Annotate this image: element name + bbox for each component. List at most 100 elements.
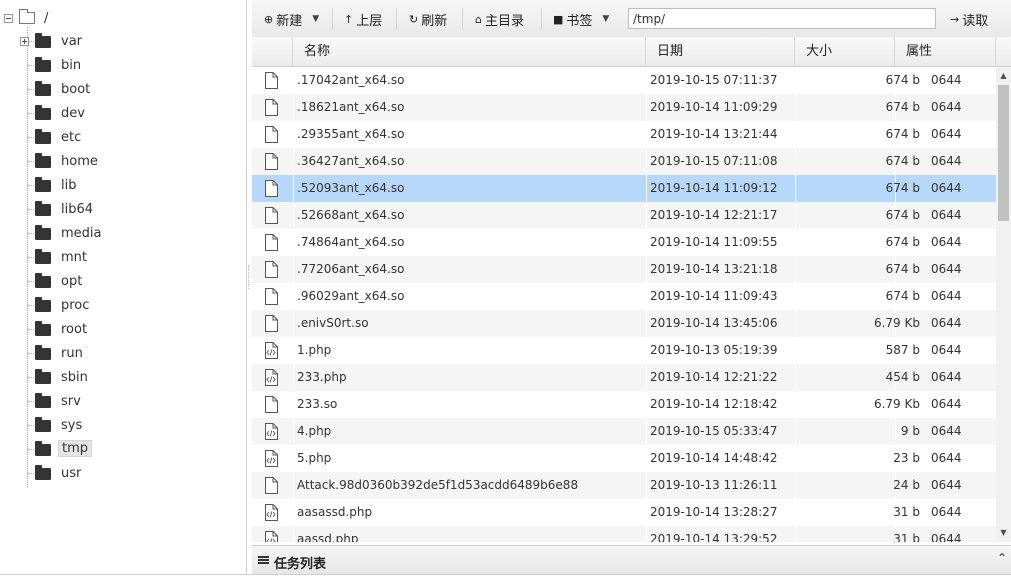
file-row[interactable]: .enivS0rt.so 2019-10-14 13:45:06 6.79 Kb 06… (252, 310, 996, 337)
home-button[interactable]: ⌂ 主目录 (475, 10, 524, 29)
file-row[interactable]: .29355ant_x64.so 2019-10-14 13:21:44 674 b… (252, 121, 996, 148)
file-icon (265, 72, 278, 89)
column-divider (646, 202, 647, 229)
file-name: .74864ant_x64.so (297, 235, 405, 249)
column-divider (646, 526, 647, 542)
file-icon (265, 477, 278, 494)
folder-icon (35, 177, 51, 192)
code-file-icon (265, 369, 278, 386)
tree-item-label: proc (61, 298, 90, 313)
file-row[interactable]: 5.php 2019-10-14 14:48:42 23 b 0644 (252, 445, 996, 472)
folder-icon (35, 273, 51, 288)
up-button[interactable]: ↑ 上层 (344, 10, 382, 29)
file-size: 674 b (885, 181, 920, 195)
expand-icon[interactable] (20, 37, 29, 46)
file-row[interactable]: .74864ant_x64.so 2019-10-14 11:09:55 674 b… (252, 229, 996, 256)
file-date: 2019-10-14 11:09:43 (650, 289, 778, 303)
file-attr: 0644 (931, 532, 962, 542)
file-date: 2019-10-14 12:21:17 (650, 208, 778, 222)
file-name: aasassd.php (297, 505, 373, 519)
folder-icon (35, 153, 51, 168)
column-divider (293, 283, 294, 310)
tree-root[interactable]: / (4, 9, 48, 27)
column-divider (646, 148, 647, 175)
arrow-up-icon: ↑ (344, 12, 354, 26)
vertical-scrollbar[interactable]: ▲ ▼ (996, 67, 1011, 542)
file-attr: 0644 (931, 424, 962, 438)
toolbar: ⊕ 新建 ▼ ↑ 上层 ↻ 刷新 ⌂ 主目录 ■ 书签 ▼ → 读取 (252, 0, 1011, 38)
file-size: 674 b (885, 73, 920, 87)
column-header-date[interactable]: 日期 (646, 37, 795, 66)
column-header-name[interactable]: 名称 (293, 37, 646, 66)
window-bottom-edge (0, 574, 1011, 580)
column-divider (293, 121, 294, 148)
file-row[interactable]: aasassd.php 2019-10-14 13:28:27 31 b 0644 (252, 499, 996, 526)
file-name: .52668ant_x64.so (297, 208, 405, 222)
column-divider (646, 283, 647, 310)
tree-item-label: root (61, 322, 88, 337)
file-name: .77206ant_x64.so (297, 262, 405, 276)
file-attr: 0644 (931, 262, 962, 276)
file-attr: 0644 (931, 343, 962, 357)
path-input[interactable] (628, 8, 936, 29)
directory-tree: / var bin boot dev etc home lib lib64 media mnt op… (0, 0, 247, 574)
file-icon (265, 234, 278, 251)
file-row[interactable]: aassd.php 2019-10-14 13:29:52 31 b 0644 (252, 526, 996, 542)
file-attr: 0644 (931, 100, 962, 114)
file-row[interactable]: 233.so 2019-10-14 12:18:42 6.79 Kb 0644 (252, 391, 996, 418)
scroll-up-arrow-icon[interactable]: ▲ (996, 69, 1011, 83)
file-row[interactable]: .36427ant_x64.so 2019-10-15 07:11:08 674 b… (252, 148, 996, 175)
file-row[interactable]: .52093ant_x64.so 2019-10-14 11:09:12 674 b… (252, 175, 996, 202)
file-icon (265, 207, 278, 224)
new-button[interactable]: ⊕ 新建 ▼ (264, 10, 320, 29)
folder-icon (35, 297, 51, 312)
scroll-down-arrow-icon[interactable]: ▼ (996, 526, 1011, 540)
file-name: .29355ant_x64.so (297, 127, 405, 141)
file-date: 2019-10-14 13:29:52 (650, 532, 778, 542)
column-divider (646, 94, 647, 121)
file-row[interactable]: .96029ant_x64.so 2019-10-14 11:09:43 674 b… (252, 283, 996, 310)
tree-item-label: boot (61, 82, 91, 97)
refresh-button-label: 刷新 (421, 13, 448, 29)
file-row[interactable]: 1.php 2019-10-13 05:19:39 587 b 0644 (252, 337, 996, 364)
column-divider (293, 229, 294, 256)
folder-icon (35, 249, 51, 264)
column-divider (646, 175, 647, 202)
file-row[interactable]: .52668ant_x64.so 2019-10-14 12:21:17 674 b… (252, 202, 996, 229)
file-attr: 0644 (931, 289, 962, 303)
column-divider (646, 418, 647, 445)
file-row[interactable]: 233.php 2019-10-14 12:21:22 454 b 0644 (252, 364, 996, 391)
new-button-label: 新建 (276, 13, 303, 29)
file-row[interactable]: Attack.98d0360b392de5f1d53acdd6489b6e88 2… (252, 472, 996, 499)
column-divider (293, 256, 294, 283)
refresh-button[interactable]: ↻ 刷新 (409, 10, 448, 29)
file-attr: 0644 (931, 505, 962, 519)
read-button[interactable]: → 读取 (950, 10, 988, 29)
home-button-label: 主目录 (484, 13, 524, 29)
chevron-up-icon[interactable]: ⌃ (997, 551, 1007, 565)
file-row[interactable]: .18621ant_x64.so 2019-10-14 11:09:29 674 b… (252, 94, 996, 121)
file-date: 2019-10-14 12:18:42 (650, 397, 778, 411)
folder-open-icon (19, 9, 35, 24)
file-row[interactable]: .77206ant_x64.so 2019-10-14 13:21:18 674 b… (252, 256, 996, 283)
file-attr: 0644 (931, 370, 962, 384)
file-row[interactable]: .17042ant_x64.so 2019-10-15 07:11:37 674 b… (252, 67, 996, 94)
folder-icon (35, 321, 51, 336)
file-size: 674 b (885, 208, 920, 222)
file-size: 454 b (885, 370, 920, 384)
tree-item-label: opt (61, 274, 83, 289)
file-date: 2019-10-15 07:11:08 (650, 154, 778, 168)
code-file-icon (265, 531, 278, 542)
column-header-size[interactable]: 大小 (795, 37, 895, 66)
bookmark-button[interactable]: ■ 书签 ▼ (553, 10, 609, 29)
caret-down-icon: ▼ (312, 14, 320, 24)
column-divider (293, 445, 294, 472)
collapse-icon[interactable] (4, 13, 13, 23)
folder-icon (35, 81, 51, 96)
tree-item-label: home (61, 154, 98, 169)
column-header-attr[interactable]: 属性 (895, 37, 996, 66)
scrollbar-thumb[interactable] (998, 85, 1009, 221)
file-row[interactable]: 4.php 2019-10-15 05:33:47 9 b 0644 (252, 418, 996, 445)
task-list-bar[interactable]: 任务列表 ⌃ (252, 545, 1011, 575)
folder-icon (35, 225, 51, 240)
